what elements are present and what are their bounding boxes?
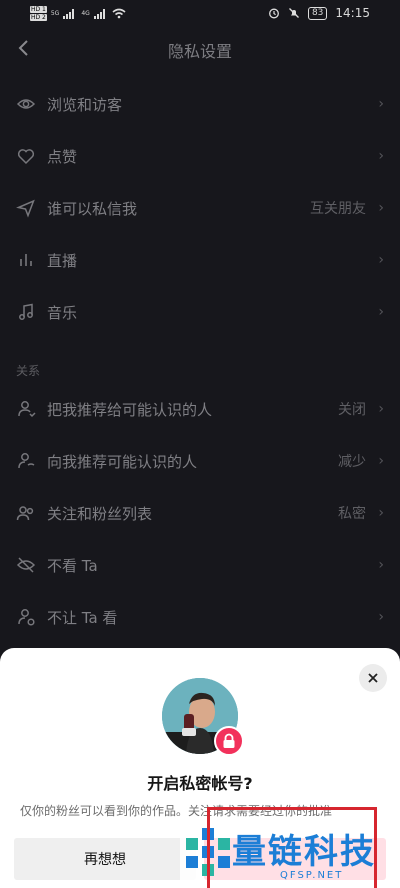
- lock-icon: [223, 733, 235, 748]
- music-note-icon: [15, 301, 37, 323]
- relations-row-hide-ta[interactable]: 不看 Ta ›: [0, 539, 400, 591]
- settings-row-visits[interactable]: 浏览和访客 ›: [0, 78, 400, 130]
- settings-row-label: 关注和粉丝列表: [47, 504, 153, 523]
- sheet-title: 开启私密帐号?: [147, 774, 253, 793]
- relations-row-block-ta[interactable]: 不让 Ta 看 ›: [0, 591, 400, 643]
- relations-row-follow-list[interactable]: 关注和粉丝列表 私密 ›: [0, 487, 400, 539]
- hd-indicators: HD 1 HD 2: [30, 6, 47, 21]
- chevron-right-icon: ›: [378, 557, 384, 573]
- settings-row-likes[interactable]: 点赞 ›: [0, 130, 400, 182]
- chevron-right-icon: ›: [378, 401, 384, 417]
- user-recommend-icon: [15, 398, 37, 420]
- page-title: 隐私设置: [167, 42, 232, 61]
- highlight-box: [207, 807, 377, 888]
- signal-icon: [63, 8, 77, 19]
- settings-row-label: 向我推荐可能认识的人: [47, 452, 198, 471]
- status-right: 83 14:15: [268, 6, 370, 20]
- chevron-right-icon: ›: [378, 96, 384, 112]
- cancel-button[interactable]: 再想想: [14, 838, 196, 880]
- send-icon: [15, 197, 37, 219]
- bars-icon: [15, 249, 37, 271]
- chevron-right-icon: ›: [378, 200, 384, 216]
- close-icon: [368, 673, 378, 683]
- settings-row-value: 关闭: [338, 402, 366, 418]
- battery-level: 83: [307, 6, 328, 20]
- signal-icon-2: [93, 8, 108, 19]
- user-discover-icon: [15, 450, 37, 472]
- heart-icon: [15, 145, 37, 167]
- settings-row-label: 浏览和访客: [47, 95, 123, 114]
- settings-row-label: 直播: [47, 251, 78, 270]
- alarm-icon: [269, 8, 279, 19]
- settings-row-label: 谁可以私信我: [47, 199, 138, 218]
- lock-badge: [214, 726, 244, 756]
- avatar-wrap: [162, 678, 244, 756]
- status-left: HD 1 HD 2 5G 4G: [30, 6, 126, 21]
- settings-row-live[interactable]: 直播 ›: [0, 234, 400, 286]
- hd1-badge: HD 1: [30, 6, 47, 13]
- settings-row-label: 音乐: [47, 303, 78, 322]
- chevron-right-icon: ›: [378, 304, 384, 320]
- eye-off-icon: [15, 554, 37, 576]
- settings-row-label: 不看 Ta: [47, 556, 98, 575]
- relations-row-recommend-me[interactable]: 把我推荐给可能认识的人 关闭 ›: [0, 383, 400, 435]
- close-button[interactable]: [359, 664, 387, 692]
- users-icon: [15, 502, 37, 524]
- settings-row-label: 把我推荐给可能认识的人: [47, 400, 213, 419]
- relations-row-recommend-to-me[interactable]: 向我推荐可能认识的人 减少 ›: [0, 435, 400, 487]
- chevron-right-icon: ›: [378, 252, 384, 268]
- nav-bar: 隐私设置: [0, 30, 400, 70]
- settings-row-music[interactable]: 音乐 ›: [0, 286, 400, 338]
- mute-bell-icon: [288, 8, 299, 18]
- settings-row-value: 私密: [338, 506, 366, 522]
- user-block-icon: [15, 606, 37, 628]
- net1-label: 5G: [50, 10, 60, 17]
- settings-row-value: 互关朋友: [310, 201, 366, 217]
- section-label-relations: 关系: [16, 364, 41, 378]
- chevron-right-icon: ›: [378, 453, 384, 469]
- wifi-icon: [112, 8, 126, 19]
- eye-icon: [15, 93, 37, 115]
- chevron-right-icon: ›: [378, 609, 384, 625]
- net2-label: 4G: [81, 10, 90, 17]
- hd2-badge: HD 2: [30, 14, 47, 21]
- settings-row-label: 点赞: [47, 147, 78, 166]
- status-bar: HD 1 HD 2 5G 4G 83 14:15: [0, 0, 400, 30]
- chevron-right-icon: ›: [378, 148, 384, 164]
- settings-row-label: 不让 Ta 看: [47, 608, 118, 627]
- chevron-right-icon: ›: [378, 505, 384, 521]
- settings-row-value: 减少: [338, 454, 366, 470]
- settings-row-messages[interactable]: 谁可以私信我 互关朋友 ›: [0, 182, 400, 234]
- clock: 14:15: [335, 6, 370, 20]
